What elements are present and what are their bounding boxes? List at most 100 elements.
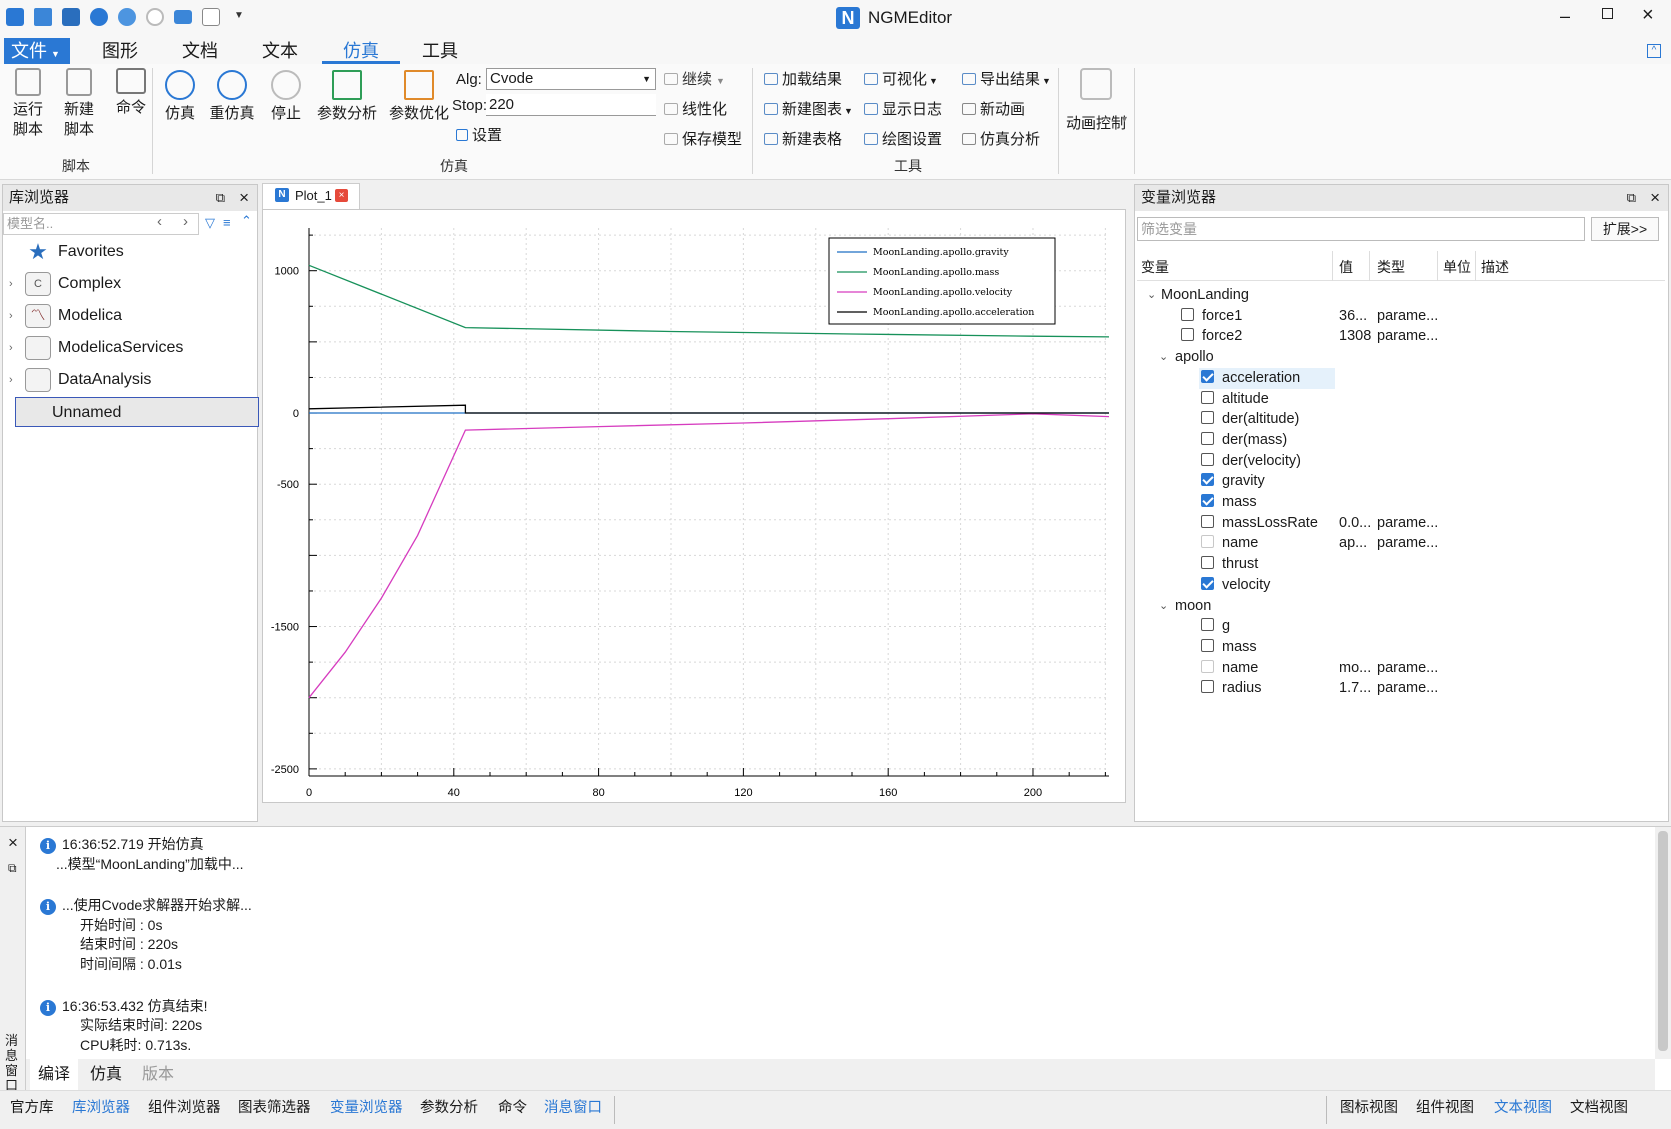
tab-compile[interactable]: 编译 [30,1059,78,1091]
save-model-button[interactable]: 保存模型 [664,130,742,150]
chevron-down-icon[interactable]: ▼ [234,10,244,21]
minimize-icon[interactable]: – [1560,6,1570,27]
menu-tools[interactable]: 工具 [422,38,458,64]
close-tab-icon[interactable]: × [335,189,348,202]
variable-checkbox[interactable] [1201,431,1214,445]
chevron-down-icon[interactable]: ⌄ [1159,347,1168,368]
settings-list-icon[interactable] [174,10,192,24]
menu-text[interactable]: 文本 [262,38,298,64]
variable-row[interactable]: name ap... parame... [1137,533,1665,554]
linearize-button[interactable]: 线性化 [664,100,727,120]
save-icon[interactable] [62,8,80,26]
variable-checkbox[interactable] [1181,328,1194,342]
dock-tab[interactable]: 图表筛选器 [238,1090,311,1126]
continue-button[interactable]: 继续 ▼ [664,70,725,91]
new-file-icon[interactable] [6,8,24,26]
dock-tab[interactable]: 组件浏览器 [148,1090,221,1126]
close-icon[interactable]: × [8,833,18,853]
stop-time-input[interactable]: 220 [486,94,656,116]
run-script-button[interactable]: 运行 脚本 [8,68,48,140]
simulate-button[interactable]: 仿真 [160,70,200,124]
variable-row[interactable]: der(altitude) [1137,409,1665,430]
dock-tab[interactable]: 变量浏览器 [330,1090,403,1126]
variable-filter-input[interactable]: 筛选变量 [1137,217,1585,241]
variable-checkbox[interactable] [1201,390,1214,404]
rerun-icon[interactable] [118,8,136,26]
algorithm-select[interactable]: Cvode ▼ [486,68,656,90]
export-result-button[interactable]: 导出结果 ▼ [962,70,1051,91]
variable-group[interactable]: ⌄ moon [1137,596,1665,617]
stop-button[interactable]: 停止 [266,70,306,124]
variable-checkbox[interactable] [1201,556,1214,570]
dock-tab[interactable]: 命令 [498,1090,527,1126]
dock-tab[interactable]: 参数分析 [420,1090,478,1126]
float-icon[interactable]: ⧉ [8,861,17,876]
variable-checkbox[interactable] [1201,473,1214,487]
dock-tab[interactable]: 库浏览器 [72,1090,130,1126]
menu-simulation[interactable]: 仿真 [322,38,400,64]
variable-group[interactable]: ⌄ apollo [1137,347,1665,368]
tab-simulate[interactable]: 仿真 [82,1059,130,1091]
variable-row[interactable]: force2 1308 parame... [1137,326,1665,347]
scrollbar[interactable] [1655,827,1671,1059]
library-item[interactable]: › C Complex [7,269,257,299]
variable-row[interactable]: radius 1.7... parame... [1137,678,1665,699]
variable-row[interactable]: acceleration [1137,367,1665,389]
chevron-right-icon[interactable]: › [9,333,13,363]
variable-row[interactable]: force1 36... parame... [1137,306,1665,327]
variable-row[interactable]: velocity [1137,575,1665,596]
variable-checkbox[interactable] [1201,514,1214,528]
sim-analysis-button[interactable]: 仿真分析 [962,130,1040,150]
maximize-icon[interactable] [1602,8,1613,19]
collapse-all-icon[interactable]: ⌃ [241,213,252,229]
plot-settings-button[interactable]: 绘图设置 [864,130,942,150]
collapse-ribbon-icon[interactable]: ^ [1647,44,1661,58]
float-icon[interactable]: ⧉ [216,185,225,211]
variable-row[interactable]: name mo... parame... [1137,658,1665,679]
column-variable[interactable]: 变量 [1141,257,1169,277]
chevron-down-icon[interactable]: ⌄ [1159,596,1168,617]
column-unit[interactable]: 单位 [1443,257,1471,277]
close-icon[interactable]: × [239,185,249,211]
variable-row[interactable]: mass [1137,637,1665,658]
variable-checkbox[interactable] [1181,307,1194,321]
close-icon[interactable]: × [1642,4,1654,27]
column-type[interactable]: 类型 [1377,257,1405,277]
new-chart-button[interactable]: 新建图表 ▼ [764,100,853,121]
view-tab[interactable]: 组件视图 [1416,1090,1474,1126]
variable-checkbox[interactable] [1201,452,1214,466]
variable-checkbox[interactable] [1201,494,1214,507]
load-result-button[interactable]: 加载结果 [764,70,842,90]
open-folder-icon[interactable] [34,8,52,26]
plot-chart[interactable]: 0 40 80 120 160 200 -2500 -1500 -500 0 1000 MoonLan… [263,210,1125,802]
run-icon[interactable] [90,8,108,26]
code-icon[interactable] [202,8,220,26]
resimulate-button[interactable]: 重仿真 [208,70,256,124]
variable-checkbox[interactable] [1201,576,1214,590]
chevron-right-icon[interactable]: › [9,365,13,395]
show-log-button[interactable]: 显示日志 [864,100,942,120]
dock-tab[interactable]: 官方库 [10,1090,54,1126]
library-item[interactable]: › DataAnalysis [7,365,257,395]
variable-row[interactable]: altitude [1137,389,1665,410]
back-icon[interactable]: ‹ [157,213,162,230]
tab-version[interactable]: 版本 [134,1059,182,1091]
stop-icon[interactable] [146,8,164,26]
filter-icon[interactable]: ▽ [205,215,215,231]
variable-group[interactable]: ⌄ MoonLanding [1137,285,1665,306]
visualize-button[interactable]: 可视化 ▼ [864,70,938,91]
library-item[interactable]: ★ Favorites [7,237,257,267]
variable-checkbox[interactable] [1201,369,1214,383]
library-item[interactable]: Unnamed [15,397,259,427]
view-tab[interactable]: 文档视图 [1570,1090,1628,1126]
variable-checkbox[interactable] [1201,680,1214,694]
column-description[interactable]: 描述 [1481,257,1509,277]
view-tab[interactable]: 图标视图 [1340,1090,1398,1126]
scrollbar-thumb[interactable] [1658,831,1668,1051]
variable-row[interactable]: mass [1137,492,1665,513]
variable-row[interactable]: der(mass) [1137,430,1665,451]
menu-file[interactable]: 文件 ▼ [4,38,70,64]
library-item[interactable]: › 〽 Modelica [7,301,257,331]
variable-checkbox[interactable] [1201,618,1214,632]
param-optimize-button[interactable]: 参数优化 [386,70,452,124]
